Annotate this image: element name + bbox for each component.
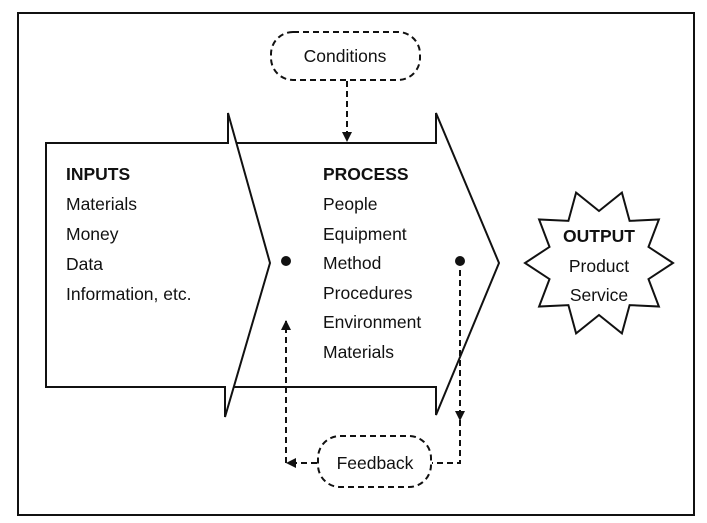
output-title: OUTPUT [563,226,635,246]
input-process-output-diagram: Conditions INPUTS Materials Money Data I… [17,12,695,516]
process-title: PROCESS [323,164,409,184]
feedback-origin-dot [455,256,465,266]
inputs-item: Data [66,254,103,274]
process-item: Procedures [323,283,413,303]
process-item: Method [323,253,381,273]
process-item: Materials [323,342,394,362]
feedback-out-line-bottom [432,420,461,464]
process-item: People [323,194,378,214]
inputs-item: Materials [66,194,137,214]
feedback-target-dot [281,256,291,266]
feedback-label: Feedback [337,453,414,473]
inputs-item: Money [66,224,119,244]
process-item: Environment [323,312,421,332]
inputs-item: Information, etc. [66,284,191,304]
conditions-label: Conditions [304,46,387,66]
output-item: Product [569,256,629,276]
process-item: Equipment [323,224,407,244]
output-item: Service [570,285,628,305]
inputs-title: INPUTS [66,164,130,184]
